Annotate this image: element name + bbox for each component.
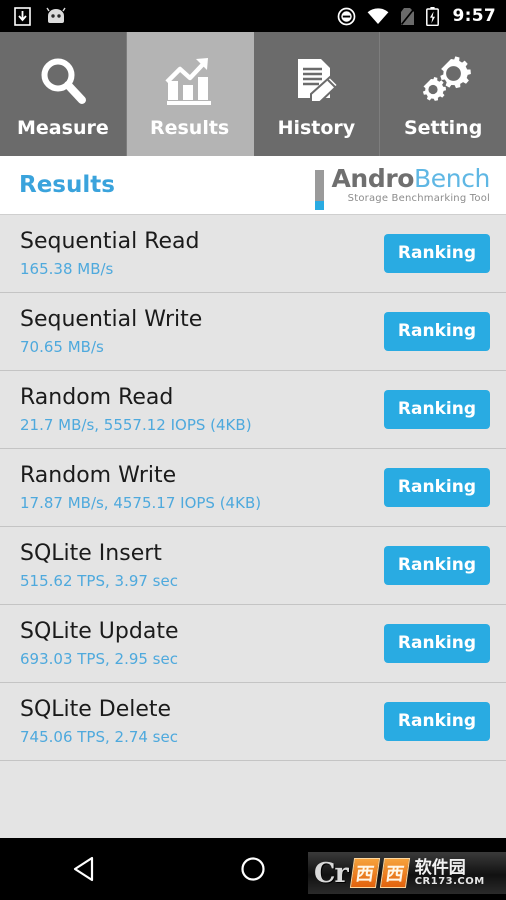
watermark-url: CR173.COM [414, 875, 485, 887]
row-value: 693.03 TPS, 2.95 sec [20, 649, 178, 668]
status-bar: 9:57 [0, 0, 506, 32]
ranking-button[interactable]: Ranking [383, 624, 490, 663]
results-list: Sequential Read 165.38 MB/s Ranking Sequ… [0, 215, 506, 838]
row-title: SQLite Update [20, 619, 179, 645]
status-left-icons [14, 6, 67, 26]
row-texts: Random Read 21.7 MB/s, 5557.12 IOPS (4KB… [20, 385, 252, 433]
row-value: 70.65 MB/s [20, 337, 104, 356]
row-title: Sequential Write [20, 307, 203, 333]
row-texts: SQLite Update 693.03 TPS, 2.95 sec [20, 619, 178, 667]
logo-wordmark: AndroBench [331, 166, 490, 191]
table-row[interactable]: SQLite Insert 515.62 TPS, 3.97 sec Ranki… [0, 527, 506, 605]
status-right-icons: 9:57 [337, 6, 496, 26]
row-title: Sequential Read [20, 229, 200, 255]
watermark-right: 软件园 CR173.COM [414, 857, 485, 887]
table-row[interactable]: Random Read 21.7 MB/s, 5557.12 IOPS (4KB… [0, 371, 506, 449]
android-head-icon [46, 7, 66, 23]
tab-bar: Measure Results History Setting [0, 32, 506, 156]
table-row[interactable]: Random Write 17.87 MB/s, 4575.17 IOPS (4… [0, 449, 506, 527]
do-not-disturb-icon [337, 7, 355, 25]
logo-subtitle: Storage Benchmarking Tool [347, 193, 490, 204]
document-pencil-icon [290, 51, 342, 111]
circle-home-icon [241, 857, 265, 881]
page-header: Results AndroBench Storage Benchmarking … [0, 156, 506, 215]
app-screen: 9:57 Measure Results History Setting Res… [0, 0, 506, 900]
tab-setting-label: Setting [403, 117, 483, 139]
row-title: SQLite Insert [20, 541, 162, 567]
wifi-icon [367, 7, 388, 24]
row-title: Random Read [20, 385, 174, 411]
row-value: 165.38 MB/s [20, 259, 114, 278]
tab-history[interactable]: History [253, 32, 381, 156]
table-row[interactable]: Sequential Write 70.65 MB/s Ranking [0, 293, 506, 371]
tab-history-label: History [277, 117, 356, 139]
table-row[interactable]: Sequential Read 165.38 MB/s Ranking [0, 215, 506, 293]
table-row[interactable]: SQLite Delete 745.06 TPS, 2.74 sec Ranki… [0, 683, 506, 761]
row-texts: SQLite Delete 745.06 TPS, 2.74 sec [20, 697, 178, 745]
watermark-cr: Cr [314, 857, 349, 889]
site-watermark: Cr 西 西 软件园 CR173.COM [308, 852, 506, 894]
android-nav-bar: Cr 西 西 软件园 CR173.COM [0, 838, 506, 900]
triangle-back-icon [74, 856, 94, 882]
no-sim-icon [400, 7, 414, 25]
row-texts: Sequential Write 70.65 MB/s [20, 307, 202, 355]
tab-measure-label: Measure [17, 117, 109, 139]
row-texts: SQLite Insert 515.62 TPS, 3.97 sec [20, 541, 178, 589]
gears-icon [415, 51, 472, 111]
watermark-box-2: 西 [379, 858, 410, 888]
row-title: SQLite Delete [20, 697, 172, 723]
row-texts: Sequential Read 165.38 MB/s [20, 229, 200, 277]
row-value: 515.62 TPS, 3.97 sec [20, 571, 178, 590]
logo-text: AndroBench Storage Benchmarking Tool [331, 166, 490, 204]
tab-results[interactable]: Results [126, 32, 254, 156]
row-value: 17.87 MB/s, 4575.17 IOPS (4KB) [20, 493, 262, 512]
logo-secondary: Bench [414, 164, 490, 193]
table-row[interactable]: SQLite Update 693.03 TPS, 2.95 sec Ranki… [0, 605, 506, 683]
ranking-button[interactable]: Ranking [383, 390, 490, 429]
bar-chart-trend-icon [163, 51, 217, 111]
nav-back-button[interactable] [49, 838, 119, 900]
download-icon [14, 6, 31, 26]
battery-charging-icon [425, 6, 439, 26]
row-texts: Random Write 17.87 MB/s, 4575.17 IOPS (4… [20, 463, 261, 511]
watermark-cn: 软件园 [414, 857, 466, 878]
ranking-button[interactable]: Ranking [383, 312, 490, 351]
status-clock: 9:57 [452, 6, 496, 26]
page-title: Results [19, 172, 115, 198]
row-value: 21.7 MB/s, 5557.12 IOPS (4KB) [20, 415, 252, 434]
ranking-button[interactable]: Ranking [383, 468, 490, 507]
nav-home-button[interactable] [218, 838, 288, 900]
magnifier-icon [37, 51, 89, 111]
tab-results-label: Results [149, 117, 230, 139]
logo-bar-icon [315, 169, 325, 210]
ranking-button[interactable]: Ranking [383, 234, 490, 273]
logo-primary: Andro [331, 164, 415, 193]
androbench-logo: AndroBench Storage Benchmarking Tool [315, 166, 490, 210]
ranking-button[interactable]: Ranking [383, 702, 490, 741]
tab-setting[interactable]: Setting [380, 32, 506, 156]
watermark-box-1: 西 [349, 858, 380, 888]
ranking-button[interactable]: Ranking [383, 546, 490, 585]
row-title: Random Write [20, 463, 177, 489]
row-value: 745.06 TPS, 2.74 sec [20, 727, 178, 746]
tab-measure[interactable]: Measure [0, 32, 127, 156]
